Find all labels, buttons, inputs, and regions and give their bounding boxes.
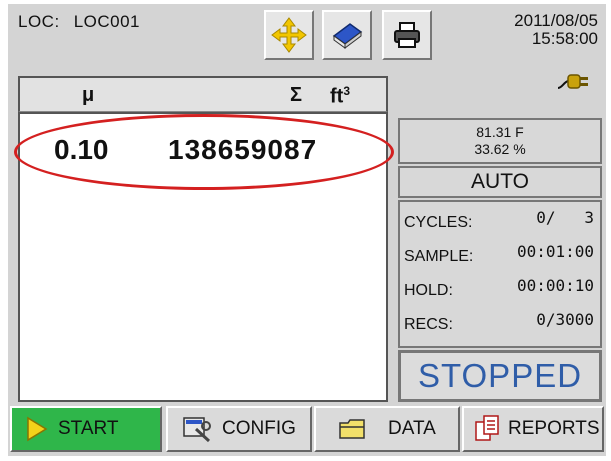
environment-panel: 81.31 F 33.62 %	[398, 118, 602, 164]
humidity-text: 33.62 %	[474, 141, 526, 157]
unit-superscript: 3	[343, 84, 351, 98]
location-value: LOC001	[73, 12, 141, 31]
measurement-table-header: μ Σ ft3	[18, 76, 388, 112]
date-text: 2011/08/05	[514, 11, 598, 30]
start-button[interactable]: START	[10, 406, 162, 452]
unit-column-header: ft3	[330, 84, 350, 109]
book-button[interactable]	[322, 10, 372, 60]
run-status: STOPPED	[398, 350, 602, 402]
config-label: CONFIG	[222, 418, 296, 439]
data-button[interactable]: DATA	[314, 406, 460, 452]
time-text: 15:58:00	[531, 29, 598, 48]
stat-row-recs: RECS: 0/3000	[404, 308, 594, 338]
stat-label: SAMPLE:	[404, 248, 474, 265]
stat-value: 0/3000	[536, 310, 594, 329]
unit-base: ft	[330, 85, 344, 108]
data-label: DATA	[388, 418, 436, 439]
move-arrows-icon	[271, 17, 307, 53]
temperature-text: 81.31 F	[476, 124, 524, 140]
printer-icon	[394, 22, 420, 48]
location-readout: LOC: LOC001	[18, 12, 140, 32]
cycle-stats-panel: CYCLES: 0/ 3 SAMPLE: 00:01:00 HOLD: 00:0…	[398, 200, 602, 348]
stat-label: HOLD:	[404, 282, 453, 299]
date-time: 2011/08/05 15:58:00	[514, 12, 598, 48]
stat-label: RECS:	[404, 316, 453, 333]
reports-button[interactable]: REPORTS	[462, 406, 604, 452]
stat-value: 0/ 3	[536, 208, 594, 227]
play-icon	[26, 416, 48, 442]
instrument-screen: LOC: LOC001 2011/08/05 15:58:00 μ Σ ft3 …	[8, 4, 606, 456]
stat-row-cycles: CYCLES: 0/ 3	[404, 206, 594, 236]
reports-label: REPORTS	[508, 418, 600, 439]
folder-icon	[338, 418, 366, 440]
stat-value: 00:00:10	[516, 276, 594, 295]
mode-indicator[interactable]: AUTO	[398, 166, 602, 198]
config-tools-icon	[182, 415, 212, 443]
start-label: START	[58, 418, 119, 439]
sigma-column-header: Σ	[290, 84, 303, 106]
ac-power-plug-icon	[556, 68, 592, 99]
stat-row-sample: SAMPLE: 00:01:00	[404, 240, 594, 270]
config-button[interactable]: CONFIG	[166, 406, 312, 452]
stat-value: 00:01:00	[516, 242, 594, 261]
move-button[interactable]	[264, 10, 314, 60]
reports-documents-icon	[474, 414, 502, 444]
print-button[interactable]	[382, 10, 432, 60]
location-label: LOC:	[18, 12, 60, 31]
highlight-ellipse	[14, 114, 394, 190]
mu-column-header: μ	[82, 84, 95, 106]
stat-row-hold: HOLD: 00:00:10	[404, 274, 594, 304]
stat-label: CYCLES:	[404, 214, 473, 231]
book-icon	[332, 23, 363, 49]
